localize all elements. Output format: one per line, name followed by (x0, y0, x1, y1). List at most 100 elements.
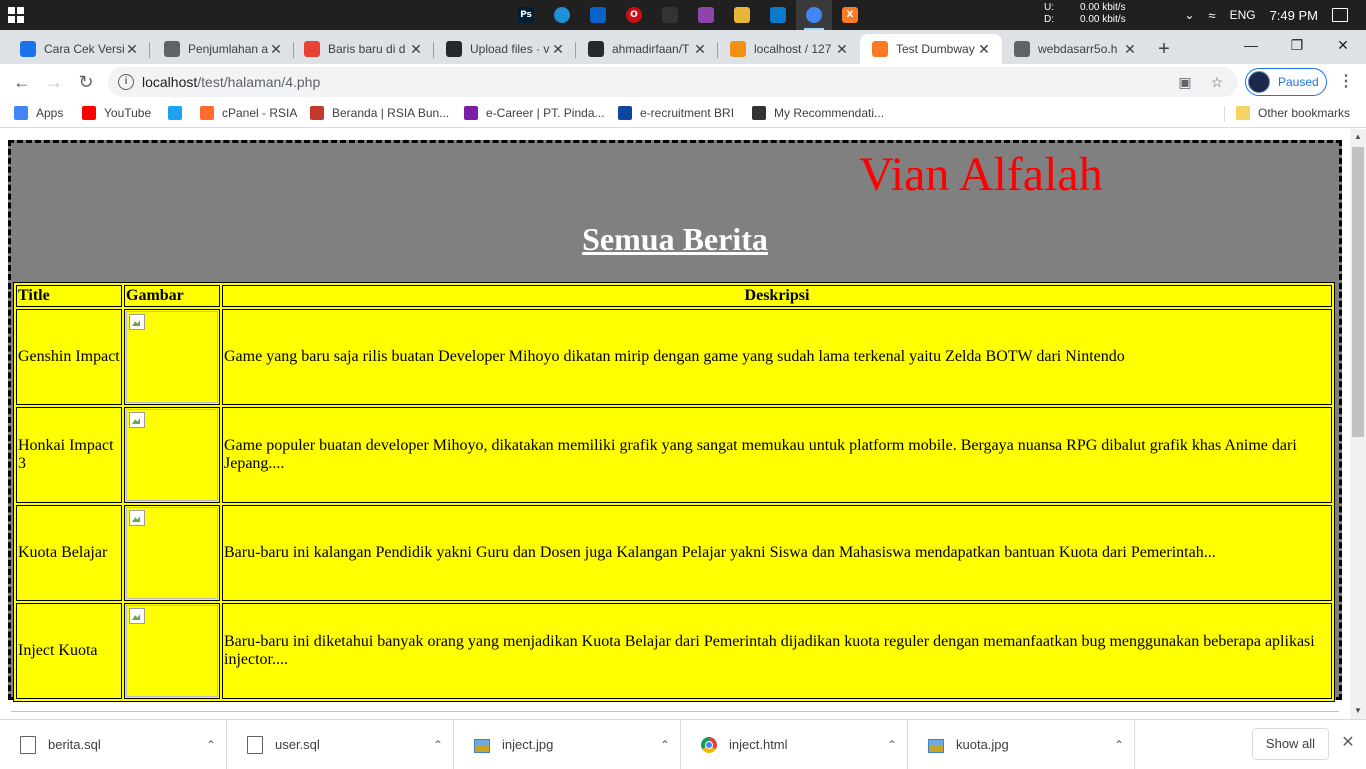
restore-button[interactable]: ❐ (1274, 30, 1320, 60)
chevron-up-icon[interactable]: ⌃ (1104, 738, 1134, 752)
tab-3[interactable]: Upload files · v ✕ (434, 34, 576, 64)
tab-close-icon[interactable]: ✕ (976, 41, 992, 57)
other-bookmarks-label: Other bookmarks (1258, 106, 1351, 120)
download-item[interactable]: inject.jpg ⌃ (454, 720, 681, 769)
windows-start-icon[interactable] (8, 7, 24, 23)
taskbar-app-edge[interactable] (544, 0, 580, 30)
news-image-cell (124, 407, 220, 503)
tab-close-icon[interactable]: ✕ (408, 41, 424, 57)
bookmark-label: e-recruitment BRI (640, 106, 735, 120)
tab-close-icon[interactable]: ✕ (550, 41, 566, 57)
language-indicator[interactable]: ENG (1230, 8, 1256, 22)
page-scrollbar[interactable]: ▲ ▼ (1350, 129, 1366, 719)
browser-menu-icon[interactable]: ⋮ (1336, 68, 1356, 96)
taskbar-app-inkscape[interactable] (652, 0, 688, 30)
forward-button[interactable]: → (40, 68, 68, 96)
taskbar-app-vscode[interactable] (760, 0, 796, 30)
tab-label: Cara Cek Versi (44, 42, 125, 56)
taskbar-apps: Ps O X (508, 0, 868, 30)
profile-button[interactable]: Paused (1245, 68, 1327, 96)
tab-label: ahmadirfaan/T (612, 42, 690, 56)
e-recruitment-bri-icon (618, 106, 632, 120)
taskbar-app-photoshop[interactable]: Ps (508, 0, 544, 30)
tab-close-icon[interactable]: ✕ (834, 41, 850, 57)
tab-0[interactable]: Cara Cek Versi ✕ (8, 34, 150, 64)
download-item[interactable]: user.sql ⌃ (227, 720, 454, 769)
news-table: Title Gambar Deskripsi Genshin Impact Gam… (13, 282, 1335, 702)
chevron-up-icon[interactable]: ⌃ (877, 738, 907, 752)
taskbar-app-opera[interactable]: O (616, 0, 652, 30)
taskbar-app-mail[interactable] (580, 0, 616, 30)
new-tab-button[interactable]: + (1152, 38, 1176, 62)
wifi-icon[interactable]: ≈ (1208, 8, 1215, 23)
tab-close-icon[interactable]: ✕ (692, 41, 708, 57)
xampp-icon: X (842, 7, 858, 23)
tab-6[interactable]: Test Dumbway ✕ (860, 34, 1002, 64)
bookmark-e-recruitment-bri[interactable]: e-recruitment BRI (618, 106, 734, 120)
column-header-title: Title (16, 285, 122, 307)
bookmark-cpanel[interactable]: cPanel - RSIA (200, 106, 297, 120)
bookmark-star-icon[interactable]: ☆ (1208, 73, 1226, 91)
scrollbar-thumb[interactable] (1352, 147, 1364, 437)
download-filename: berita.sql (48, 737, 101, 752)
opera-icon: O (626, 7, 642, 23)
scroll-up-icon[interactable]: ▲ (1350, 129, 1366, 145)
bookmark-label: YouTube (104, 106, 152, 120)
minimize-button[interactable]: — (1228, 30, 1274, 60)
page-viewport: Vian Alfalah Semua Berita Title Gambar D… (0, 129, 1350, 719)
tab-5[interactable]: localhost / 127 ✕ (718, 34, 860, 64)
chevron-up-icon[interactable]: ⌄ (1184, 8, 1194, 22)
site-info-icon[interactable]: i (118, 74, 134, 90)
download-item[interactable]: berita.sql ⌃ (0, 720, 227, 769)
back-button[interactable]: ← (8, 68, 36, 96)
bookmarks-bar: Other bookmarks Apps YouTube cPanel - RSIA… (0, 100, 1366, 128)
download-item[interactable]: kuota.jpg ⌃ (908, 720, 1135, 769)
tab-favicon-icon (446, 41, 462, 57)
download-item[interactable]: inject.html ⌃ (681, 720, 908, 769)
tab-1[interactable]: Penjumlahan a ✕ (152, 34, 294, 64)
tab-label: localhost / 127 (754, 42, 832, 56)
scroll-down-icon[interactable]: ▼ (1350, 703, 1366, 719)
bookmark-youtube[interactable]: YouTube (82, 106, 151, 120)
clock[interactable]: 7:49 PM (1270, 8, 1318, 23)
chevron-up-icon[interactable]: ⌃ (196, 738, 226, 752)
news-title-cell: Inject Kuota (16, 603, 122, 699)
chevron-up-icon[interactable]: ⌃ (650, 738, 680, 752)
vscode-icon (770, 7, 786, 23)
chevron-up-icon[interactable]: ⌃ (423, 738, 453, 752)
tab-close-icon[interactable]: ✕ (268, 41, 284, 57)
close-download-shelf-icon[interactable]: ✕ (1338, 733, 1358, 753)
tab-4[interactable]: ahmadirfaan/T ✕ (576, 34, 718, 64)
news-title-cell: Kuota Belajar (16, 505, 122, 601)
bookmark-beranda-rsia[interactable]: Beranda | RSIA Bun... (310, 106, 449, 120)
tab-7[interactable]: webdasarr5o.h ✕ (1002, 34, 1148, 64)
tab-favicon-icon (304, 41, 320, 57)
reload-button[interactable]: ↻ (72, 68, 100, 96)
show-all-downloads-button[interactable]: Show all (1252, 728, 1329, 760)
bookmark-my-recommendations[interactable]: My Recommendati... (752, 106, 884, 120)
bookmark-apps[interactable]: Apps (14, 106, 63, 120)
address-bar[interactable]: i localhost/test/halaman/4.php ▣ ☆ (108, 67, 1238, 97)
tab-separator (149, 42, 150, 58)
tab-close-icon[interactable]: ✕ (1122, 41, 1138, 57)
taskbar-app-xampp[interactable]: X (832, 0, 868, 30)
news-description-cell: Game populer buatan developer Mihoyo, di… (222, 407, 1332, 503)
bookmark-e-career[interactable]: e-Career | PT. Pinda... (464, 106, 605, 120)
bookmark-twitter[interactable] (168, 106, 190, 120)
translate-icon[interactable]: ▣ (1176, 73, 1194, 91)
taskbar-app-file-explorer[interactable] (724, 0, 760, 30)
download-filename: inject.html (729, 737, 788, 752)
taskbar-app-chrome[interactable] (796, 0, 832, 30)
close-window-button[interactable]: ✕ (1320, 30, 1366, 60)
e-career-icon (464, 106, 478, 120)
taskbar-app-paint[interactable] (688, 0, 724, 30)
download-filename: kuota.jpg (956, 737, 1009, 752)
url-text[interactable]: localhost/test/halaman/4.php (142, 74, 320, 90)
table-header-row: Title Gambar Deskripsi (16, 285, 1332, 307)
notification-icon[interactable] (1332, 8, 1348, 22)
table-row: Genshin Impact Game yang baru saja rilis … (16, 309, 1332, 405)
tab-close-icon[interactable]: ✕ (124, 41, 140, 57)
windows-taskbar: Ps O X U: 0.00 kbit/s D: 0.00 kbit/s ⌄ ≈ ENG… (0, 0, 1366, 30)
tab-2[interactable]: Baris baru di d ✕ (292, 34, 434, 64)
other-bookmarks[interactable]: Other bookmarks (1236, 106, 1350, 120)
